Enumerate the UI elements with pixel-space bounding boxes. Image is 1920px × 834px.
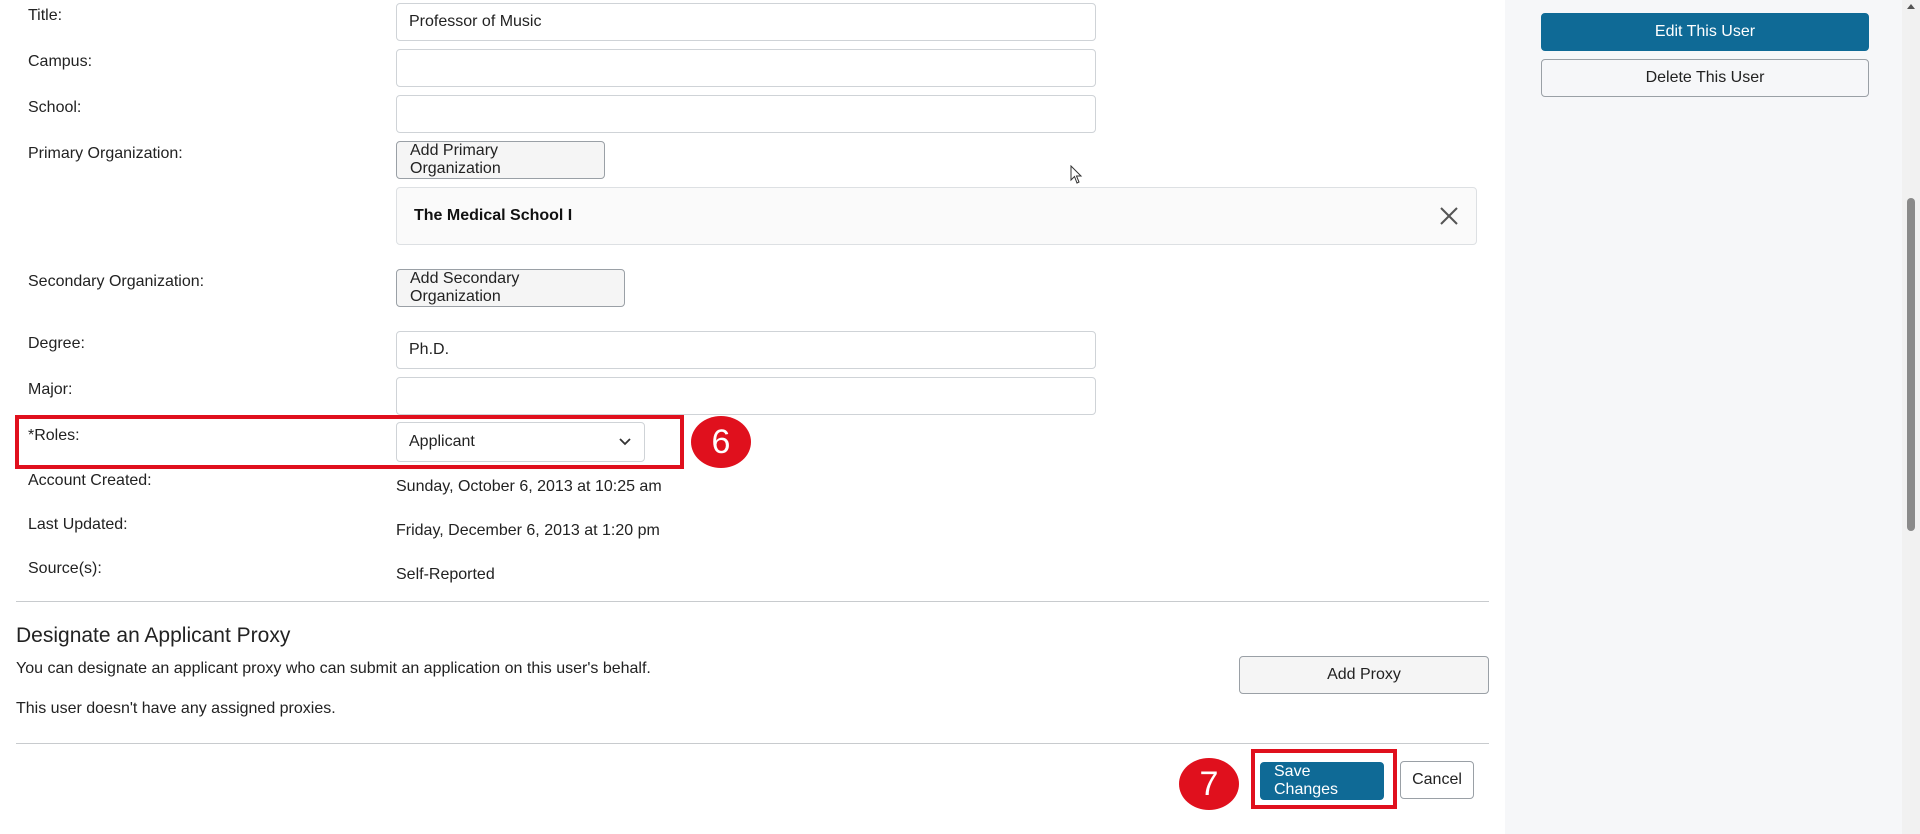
major-label: Major:: [28, 381, 73, 398]
edit-user-button[interactable]: Edit This User: [1541, 13, 1869, 51]
last-updated-value: Friday, December 6, 2013 at 1:20 pm: [396, 522, 660, 539]
degree-label: Degree:: [28, 335, 85, 352]
footer-divider: [16, 743, 1489, 744]
major-field[interactable]: [396, 377, 1096, 415]
add-proxy-button[interactable]: Add Proxy: [1239, 656, 1489, 694]
cancel-button[interactable]: Cancel: [1400, 761, 1474, 799]
sidebar: Edit This User Delete This User: [1505, 0, 1902, 834]
campus-field[interactable]: [396, 49, 1096, 87]
campus-label: Campus:: [28, 53, 93, 70]
proxy-description: You can designate an applicant proxy who…: [16, 660, 651, 677]
title-field[interactable]: Professor of Music: [396, 3, 1096, 41]
save-highlight-box: [1251, 749, 1397, 809]
degree-field[interactable]: Ph.D.: [396, 331, 1096, 369]
mouse-cursor-icon: [1070, 165, 1083, 184]
proxy-section-heading: Designate an Applicant Proxy: [16, 624, 291, 647]
scroll-up-arrow-icon[interactable]: [1907, 4, 1915, 9]
step-badge-save: 7: [1179, 758, 1239, 810]
secondary-org-label: Secondary Organization:: [28, 273, 205, 290]
roles-highlight-box: [15, 415, 684, 469]
primary-org-name: The Medical School I: [414, 207, 573, 224]
vertical-scrollbar[interactable]: [1902, 0, 1920, 834]
add-primary-org-button[interactable]: Add Primary Organization: [396, 141, 605, 179]
proxy-empty-text: This user doesn't have any assigned prox…: [16, 700, 336, 717]
add-secondary-org-button[interactable]: Add Secondary Organization: [396, 269, 625, 307]
title-label: Title:: [28, 7, 63, 24]
sources-label: Source(s):: [28, 560, 102, 577]
scrollbar-thumb[interactable]: [1907, 198, 1915, 531]
school-field[interactable]: [396, 95, 1096, 133]
step-badge-roles: 6: [691, 416, 751, 468]
account-created-label: Account Created:: [28, 472, 152, 489]
main-content: Title: Professor of Music Campus: School…: [0, 0, 1505, 834]
close-icon[interactable]: [1438, 205, 1460, 227]
sources-value: Self-Reported: [396, 566, 495, 583]
last-updated-label: Last Updated:: [28, 516, 128, 533]
primary-org-card: The Medical School I: [396, 187, 1477, 245]
primary-org-label: Primary Organization:: [28, 145, 183, 162]
delete-user-button[interactable]: Delete This User: [1541, 59, 1869, 97]
school-label: School:: [28, 99, 82, 116]
account-created-value: Sunday, October 6, 2013 at 10:25 am: [396, 478, 662, 495]
section-divider: [16, 601, 1489, 602]
